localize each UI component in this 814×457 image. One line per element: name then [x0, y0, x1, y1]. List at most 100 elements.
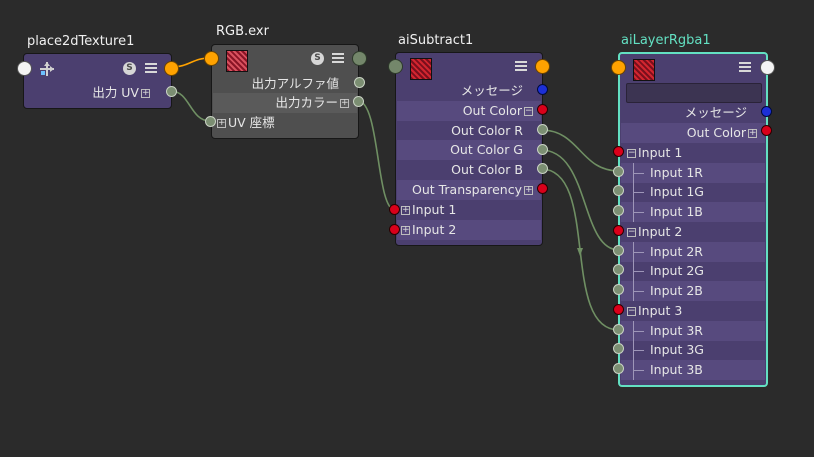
node-title-subtract: aiSubtract1	[398, 33, 474, 48]
attr-label-input3: − Input 3	[627, 303, 683, 318]
port-input1b[interactable]	[613, 205, 624, 216]
attr-label-input2r: Input 2R	[650, 244, 703, 259]
port-input2r[interactable]	[613, 245, 624, 256]
expand-icon[interactable]: +	[401, 206, 410, 215]
attr-label-out-color: 出力カラー +	[275, 95, 349, 110]
attr-row-input2: − Input 2	[621, 222, 765, 242]
node-title-rgb: RGB.exr	[216, 24, 269, 39]
port-out-alpha[interactable]	[354, 77, 365, 88]
node-title-place2d: place2dTexture1	[27, 34, 135, 49]
port-input3g[interactable]	[613, 343, 624, 354]
port-input3b[interactable]	[613, 363, 624, 374]
port-input1r[interactable]	[613, 166, 624, 177]
port-out-g[interactable]	[537, 144, 548, 155]
swatch-s-icon[interactable]: S	[311, 52, 324, 65]
port-input2b[interactable]	[613, 284, 624, 295]
name-field[interactable]	[626, 83, 762, 103]
port-subtract-input[interactable]	[388, 59, 403, 74]
attr-row-input2g: Input 2G	[621, 261, 765, 281]
shader-swatch-icon	[633, 59, 655, 81]
node-title-layer: aiLayerRgba1	[621, 33, 711, 48]
swatch-s-icon[interactable]: S	[123, 62, 136, 75]
port-rgb-input[interactable]	[204, 51, 219, 66]
menu-icon[interactable]	[145, 62, 157, 74]
port-rgb-output[interactable]	[352, 51, 367, 66]
wire-arrow	[577, 248, 583, 256]
port-out-r[interactable]	[537, 124, 548, 135]
menu-icon[interactable]	[515, 60, 527, 72]
attr-label-input3b: Input 3B	[650, 362, 703, 377]
attr-row-out-g: Out Color G	[397, 140, 541, 160]
port-uv-coord[interactable]	[205, 116, 216, 127]
port-input1[interactable]	[389, 204, 400, 215]
attr-label-input1: − Input 1	[627, 145, 683, 160]
port-place2d-input[interactable]	[17, 61, 32, 76]
port-input2[interactable]	[389, 224, 400, 235]
port-input2g[interactable]	[613, 264, 624, 275]
attr-row-input2b: Input 2B	[621, 281, 765, 301]
expand-icon[interactable]: +	[217, 119, 226, 128]
attr-label-input1: + Input 1	[401, 202, 457, 217]
shader-swatch-icon	[410, 58, 432, 80]
collapse-icon[interactable]: −	[627, 228, 636, 237]
port-message[interactable]	[761, 106, 772, 117]
port-input2[interactable]	[613, 225, 624, 236]
port-out-color[interactable]	[761, 125, 772, 136]
attr-row-message: メッセージ	[621, 103, 765, 123]
attr-row-input3b: Input 3B	[621, 360, 765, 380]
port-message[interactable]	[537, 84, 548, 95]
node-ailayerrgba[interactable]: メッセージ Out Color + − Input 1 Input 1R Input…	[618, 52, 768, 387]
port-subtract-output[interactable]	[535, 59, 550, 74]
attr-label-input1b: Input 1B	[650, 204, 703, 219]
collapse-icon[interactable]: −	[627, 307, 636, 316]
attr-label-out-b: Out Color B	[451, 162, 523, 177]
attr-label-input2g: Input 2G	[650, 263, 704, 278]
attr-label-out-r: Out Color R	[451, 123, 523, 138]
port-input1[interactable]	[613, 146, 624, 157]
menu-icon[interactable]	[332, 52, 344, 64]
attr-row-input3g: Input 3G	[621, 340, 765, 360]
expand-icon[interactable]: +	[524, 186, 533, 195]
attr-row-out-r: Out Color R	[397, 121, 541, 141]
port-input3r[interactable]	[613, 324, 624, 335]
attr-row-input1g: Input 1G	[621, 182, 765, 202]
node-aisubtract[interactable]: メッセージ Out Color − Out Color R Out Color G…	[395, 52, 543, 246]
expand-icon[interactable]: +	[401, 226, 410, 235]
attr-label-out-transparency: Out Transparency +	[411, 182, 533, 197]
port-out-uv[interactable]	[166, 86, 177, 97]
attr-row-input3r: Input 3R	[621, 321, 765, 341]
port-input3[interactable]	[613, 304, 624, 315]
expand-icon[interactable]: +	[340, 99, 349, 108]
expand-icon[interactable]: +	[748, 129, 757, 138]
node-rgb-exr[interactable]: S 出力アルファ値 出力カラー + + UV 座標	[211, 44, 359, 139]
attr-row-out-uv: 出力 UV +	[25, 83, 170, 103]
port-layer-input[interactable]	[611, 60, 626, 75]
port-place2d-output[interactable]	[164, 61, 179, 76]
attr-row-input2r: Input 2R	[621, 242, 765, 262]
attr-label-out-g: Out Color G	[450, 142, 523, 157]
wire-outr-to-input1r	[540, 129, 620, 172]
attr-label-input1r: Input 1R	[650, 165, 703, 180]
port-out-color[interactable]	[537, 104, 548, 115]
collapse-icon[interactable]: −	[627, 149, 636, 158]
attr-label-input1g: Input 1G	[650, 184, 704, 199]
port-out-color[interactable]	[353, 96, 364, 107]
attr-label-out-color: Out Color −	[462, 103, 533, 118]
collapse-icon[interactable]: −	[524, 107, 533, 116]
node-place2dtexture[interactable]: S 出力 UV +	[23, 53, 172, 109]
menu-icon[interactable]	[739, 61, 751, 73]
attr-row-out-color: 出力カラー +	[213, 93, 357, 113]
expand-icon[interactable]: +	[141, 89, 150, 98]
port-out-transparency[interactable]	[537, 183, 548, 194]
port-input1g[interactable]	[613, 185, 624, 196]
attr-row-uv-coord: + UV 座標	[213, 113, 357, 133]
attr-label-input2: + Input 2	[401, 222, 457, 237]
attr-row-out-color: Out Color −	[397, 101, 541, 121]
attr-label-uv-coord: + UV 座標	[217, 115, 275, 130]
port-layer-output[interactable]	[760, 60, 775, 75]
attr-label-input2b: Input 2B	[650, 283, 703, 298]
wire-outg-to-input2r	[540, 149, 620, 251]
attr-row-input1r: Input 1R	[621, 163, 765, 183]
port-out-b[interactable]	[537, 163, 548, 174]
attr-label-input3r: Input 3R	[650, 323, 703, 338]
